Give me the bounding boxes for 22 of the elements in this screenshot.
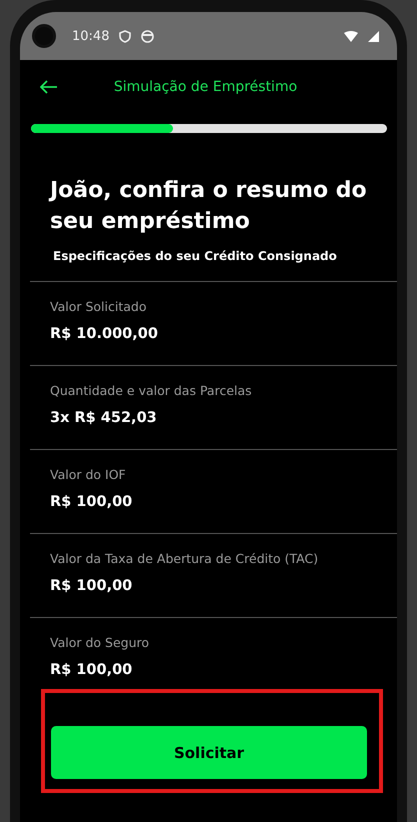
back-button[interactable]	[40, 80, 58, 94]
item-value: R$ 10.000,00	[50, 326, 159, 342]
item-label: Valor do Seguro	[50, 635, 150, 650]
summary-subtitle: Especificações do seu Crédito Consignado	[53, 249, 338, 263]
item-value: R$ 100,00	[50, 494, 134, 510]
item-value: 3x R$ 452,03	[50, 410, 158, 426]
wifi-icon	[344, 30, 358, 42]
signal-icon	[368, 30, 379, 42]
screen-title: Simulação de Empréstimo	[112, 79, 298, 95]
item-label: Valor do IOF	[50, 467, 127, 482]
item-value: R$ 100,00	[50, 578, 134, 594]
shield-icon	[119, 30, 132, 42]
face-icon	[141, 30, 154, 42]
back-arrow-icon	[40, 80, 58, 94]
item-value: R$ 100,00	[50, 662, 134, 678]
camera-icon	[32, 24, 56, 48]
item-label: Valor Solicitado	[50, 299, 148, 314]
item-label: Valor da Taxa de Abertura de Crédito (TAC)	[50, 551, 320, 566]
summary-heading: João, confira o resumo do seu empréstimo	[50, 177, 368, 236]
status-time: 10:48	[72, 28, 110, 44]
item-label: Quantidade e valor das Parcelas	[50, 383, 253, 398]
solicitar-button[interactable]: Solicitar	[51, 726, 367, 779]
